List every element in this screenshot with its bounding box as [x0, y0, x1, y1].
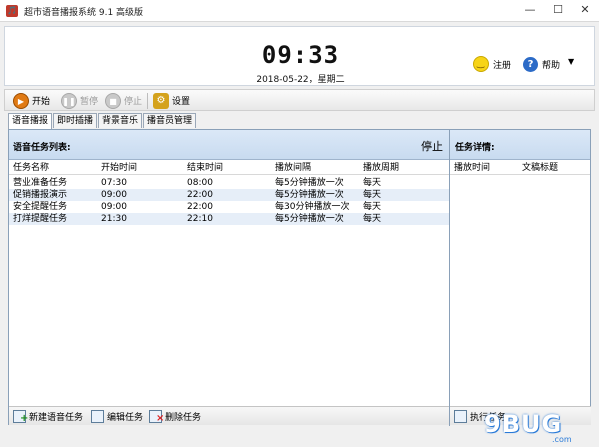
start-button[interactable]: ▶ 开始 — [13, 91, 50, 110]
end-time-cell: 22:00 — [187, 190, 213, 200]
help-label: 帮助 — [542, 60, 561, 71]
minimize-button[interactable]: — — [516, 0, 544, 20]
task-detail-title: 任务详情: — [455, 143, 495, 153]
column-header-play-time[interactable]: 播放时间 — [454, 162, 490, 174]
play-icon: ▶ — [13, 92, 29, 109]
task-detail-header: 任务详情: — [450, 130, 590, 160]
pause-icon: ❚❚ — [61, 92, 77, 109]
maximize-button[interactable]: ☐ — [544, 0, 572, 20]
toolbar-separator — [147, 93, 148, 109]
delete-document-icon — [149, 410, 164, 424]
period-cell: 每天 — [363, 202, 382, 212]
settings-label: 设置 — [172, 97, 191, 107]
end-time-cell: 08:00 — [187, 178, 213, 188]
column-header-start-time[interactable]: 开始时间 — [101, 162, 137, 174]
tab-background-music[interactable]: 背景音乐 — [98, 113, 143, 128]
toolbar: ▶ 开始 ❚❚ 暂停 ■ 停止 ⚙ 设置 — [4, 89, 595, 111]
column-header-task-name[interactable]: 任务名称 — [13, 162, 49, 174]
register-button[interactable]: 注册 — [473, 55, 511, 73]
watermark-sub: .com — [552, 435, 572, 444]
start-time-cell: 07:30 — [101, 178, 127, 188]
start-label: 开始 — [32, 97, 51, 107]
help-button[interactable]: ? 帮助 — [523, 55, 560, 73]
interval-cell: 每5分钟播放一次 — [275, 214, 344, 224]
start-time-cell: 09:00 — [101, 190, 127, 200]
edit-task-label: 编辑任务 — [107, 413, 144, 423]
watermark-logo: 9BUG .com — [466, 406, 596, 446]
new-task-label: 新建语音任务 — [29, 413, 84, 423]
column-header-period[interactable]: 播放周期 — [363, 162, 399, 174]
interval-cell: 每5分钟播放一次 — [275, 178, 344, 188]
close-button[interactable]: ✕ — [571, 0, 599, 20]
table-row[interactable]: 打烊提醒任务 21:30 22:10 每5分钟播放一次 每天 — [9, 213, 449, 225]
column-header-interval[interactable]: 播放间隔 — [275, 162, 311, 174]
settings-icon: ⚙ — [153, 92, 169, 109]
new-task-button[interactable]: 新建语音任务 — [13, 409, 83, 424]
task-actions-bar: 新建语音任务 编辑任务 删除任务 — [9, 406, 449, 425]
edit-document-icon — [91, 410, 104, 423]
task-name-cell: 促销播报演示 — [13, 190, 68, 200]
period-cell: 每天 — [363, 214, 382, 224]
tab-voice-broadcast[interactable]: 语音播报 — [8, 113, 53, 129]
window-title: 超市语音播报系统 9.1 高级版 — [24, 8, 144, 18]
interval-cell: 每30分钟播放一次 — [275, 202, 350, 212]
settings-button[interactable]: ⚙ 设置 — [153, 91, 190, 110]
stop-label: 停止 — [124, 97, 143, 107]
table-row[interactable]: 安全提醒任务 09:00 22:00 每30分钟播放一次 每天 — [9, 201, 449, 213]
stop-icon: ■ — [105, 92, 121, 109]
column-header-end-time[interactable]: 结束时间 — [187, 162, 223, 174]
status-label: 停止 — [421, 140, 443, 153]
end-time-cell: 22:00 — [187, 202, 213, 212]
delete-task-button[interactable]: 删除任务 — [149, 409, 201, 424]
task-list-title: 语音任务列表: — [13, 143, 71, 153]
stop-button[interactable]: ■ 停止 — [105, 91, 142, 110]
add-document-icon — [13, 410, 28, 424]
detail-table-header: 播放时间 文稿标题 — [450, 161, 590, 175]
task-list-header: 语音任务列表: 停止 — [9, 130, 449, 160]
watermark-text: 9BUG — [484, 410, 563, 438]
edit-task-button[interactable]: 编辑任务 — [91, 409, 143, 424]
column-header-script-title[interactable]: 文稿标题 — [522, 162, 558, 174]
app-icon: 🎵 — [6, 5, 18, 17]
end-time-cell: 22:10 — [187, 214, 213, 224]
pause-label: 暂停 — [80, 97, 99, 107]
date-display: 2018-05-22，星期二 — [256, 75, 345, 85]
table-row[interactable]: 促销播报演示 09:00 22:00 每5分钟播放一次 每天 — [9, 189, 449, 201]
main-panel: 语音任务列表: 停止 任务名称 开始时间 结束时间 播放间隔 播放周期 营业准备… — [8, 129, 591, 426]
start-time-cell: 09:00 — [101, 202, 127, 212]
task-name-cell: 打烊提醒任务 — [13, 214, 68, 224]
smiley-icon — [473, 56, 489, 72]
delete-task-label: 删除任务 — [165, 413, 202, 423]
interval-cell: 每5分钟播放一次 — [275, 190, 344, 200]
tab-bar: 语音播报 即时插播 背景音乐 播音员管理 — [8, 113, 197, 129]
tab-announcer-management[interactable]: 播音员管理 — [143, 113, 197, 128]
start-time-cell: 21:30 — [101, 214, 127, 224]
task-name-cell: 营业准备任务 — [13, 178, 68, 188]
task-table-header: 任务名称 开始时间 结束时间 播放间隔 播放周期 — [9, 161, 449, 175]
task-name-cell: 安全提醒任务 — [13, 202, 68, 212]
register-label: 注册 — [493, 60, 512, 71]
title-bar: 🎵 超市语音播报系统 9.1 高级版 — ☐ ✕ — [0, 0, 599, 22]
table-row[interactable]: 营业准备任务 07:30 08:00 每5分钟播放一次 每天 — [9, 177, 449, 189]
clock-header: 09:33 2018-05-22，星期二 注册 ? 帮助 ▼ — [4, 26, 595, 86]
help-icon: ? — [523, 56, 538, 72]
period-cell: 每天 — [363, 190, 382, 200]
pause-button[interactable]: ❚❚ 暂停 — [61, 91, 98, 110]
period-cell: 每天 — [363, 178, 382, 188]
tab-instant-insert[interactable]: 即时插播 — [53, 113, 98, 128]
chevron-down-icon[interactable]: ▼ — [568, 57, 574, 66]
